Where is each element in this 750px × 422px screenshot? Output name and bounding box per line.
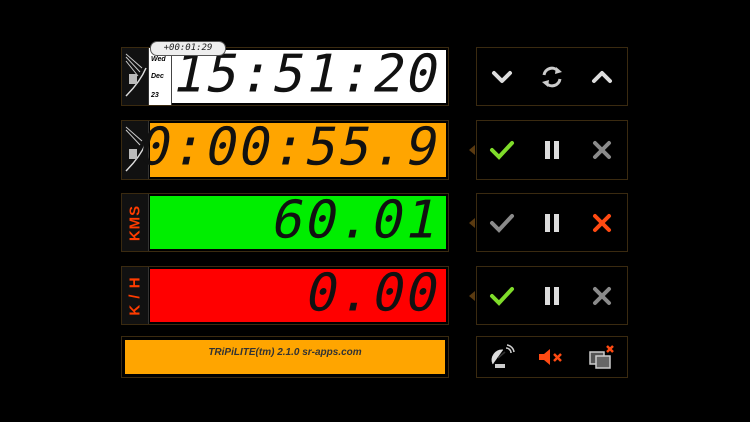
app-info-fill: TRiPiLITE(tm) 2.1.0 sr-apps.com [125, 340, 445, 374]
row4-pointer [469, 291, 475, 301]
pause-icon[interactable] [532, 276, 572, 316]
month-label: Dec [151, 73, 164, 80]
speed-unit-label: K / H [126, 275, 144, 316]
pause-icon[interactable] [532, 130, 572, 170]
distance-display: 60.01 [150, 190, 446, 250]
chevron-down-icon[interactable] [482, 57, 522, 97]
pause-icon[interactable] [532, 203, 572, 243]
utility-controls [476, 336, 628, 378]
distance-value: 60.01 [267, 190, 447, 251]
speed-value: 0.00 [300, 263, 447, 324]
speed-display: 0.00 [150, 263, 446, 323]
lap-time-badge: +00:01:29 [150, 41, 226, 56]
close-icon[interactable] [582, 203, 622, 243]
timer-value: 0:00:55.9 [133, 117, 447, 178]
app-info-bar: TRiPiLITE(tm) 2.1.0 sr-apps.com [121, 336, 449, 378]
check-icon[interactable] [482, 276, 522, 316]
refresh-icon[interactable] [532, 57, 572, 97]
close-icon[interactable] [582, 276, 622, 316]
distance-panel: KMS 60.01 [121, 190, 449, 252]
distance-unit: KMS [122, 194, 149, 251]
day-label: Wed [151, 56, 166, 63]
check-icon[interactable] [482, 130, 522, 170]
timer-controls [476, 120, 628, 180]
distance-controls [476, 193, 628, 252]
speed-controls [476, 266, 628, 325]
row2-pointer [469, 145, 475, 155]
app-info-text: TRiPiLITE(tm) 2.1.0 sr-apps.com [208, 347, 362, 358]
clock-controls [476, 47, 628, 106]
timer-panel: 0:00:55.9 [121, 118, 449, 180]
speed-unit: K / H [122, 267, 149, 324]
check-icon[interactable] [482, 203, 522, 243]
clock-gauge-icon [122, 48, 149, 105]
row3-pointer [469, 218, 475, 228]
speed-panel: K / H 0.00 [121, 263, 449, 325]
chevron-up-icon[interactable] [582, 57, 622, 97]
window-close-icon[interactable] [582, 337, 622, 377]
mute-icon[interactable] [532, 337, 572, 377]
satellite-icon[interactable] [482, 337, 522, 377]
close-icon[interactable] [582, 130, 622, 170]
timer-display: 0:00:55.9 [134, 118, 447, 178]
clock-display: 15:51:20 [167, 44, 446, 104]
distance-unit-label: KMS [126, 204, 144, 241]
date-label: 23 [151, 92, 159, 99]
